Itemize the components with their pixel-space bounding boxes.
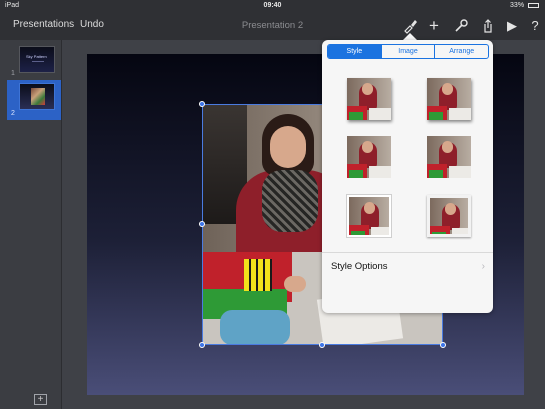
presentations-button[interactable]: Presentations [13,19,74,30]
resize-handle-bottom-right[interactable] [440,342,446,348]
slide-thumbnail-2[interactable] [19,83,55,110]
tab-style[interactable]: Style [328,45,381,58]
image-style-2[interactable] [427,78,471,120]
slide-thumbnail-1[interactable]: Sky Pattern [19,46,55,73]
resize-handle-bottom[interactable] [319,342,325,348]
resize-handle-bottom-left[interactable] [199,342,205,348]
image-style-3[interactable] [347,136,391,178]
wrench-icon[interactable] [452,17,470,35]
style-options-row[interactable]: Style Options › [322,253,493,279]
photo-hand [284,276,306,292]
format-popover: Style Image Arrange Style Options › [322,40,493,313]
resize-handle-left[interactable] [199,221,205,227]
battery-percent: 33% [510,2,525,9]
slide-number-2: 2 [11,110,15,117]
chevron-right-icon: › [481,261,485,272]
slide-thumbnail-title: Sky Pattern [26,54,47,59]
battery-icon [528,2,539,8]
play-icon[interactable]: ▶ [503,17,521,35]
image-style-5[interactable] [347,195,391,237]
tab-arrange[interactable]: Arrange [434,45,488,58]
share-icon[interactable] [479,17,497,35]
add-slide-button[interactable]: + [34,394,47,405]
slide-thumbnail-2-selected[interactable]: 2 [7,80,61,120]
battery-indicator: 33% [510,0,539,12]
slide-thumbnail-subtitle-line [32,61,44,62]
popover-arrow [403,33,417,40]
status-bar: iPad 09:40 33% [0,0,545,12]
image-style-1[interactable] [347,78,391,120]
clock: 09:40 [263,2,282,9]
help-icon[interactable]: ? [526,17,544,35]
image-style-4[interactable] [427,136,471,178]
add-icon[interactable]: + [425,17,443,35]
style-options-label: Style Options [331,261,388,272]
toolbar: Presentations Undo Presentation 2 + ▶ ? [0,12,545,40]
photo-lego-blocks [244,259,272,291]
slide-number-1: 1 [11,70,15,77]
undo-button[interactable]: Undo [80,19,104,30]
resize-handle-top-left[interactable] [199,101,205,107]
format-tabs: Style Image Arrange [327,44,489,59]
image-style-6[interactable] [427,195,471,237]
photo-woman-face [270,126,306,168]
tab-image[interactable]: Image [380,45,435,58]
slide-thumbnail-photo [31,88,45,105]
photo-scarf [262,170,318,232]
photo-blue-bag [220,310,290,345]
slide-navigator: Sky Pattern 1 2 [0,40,62,409]
